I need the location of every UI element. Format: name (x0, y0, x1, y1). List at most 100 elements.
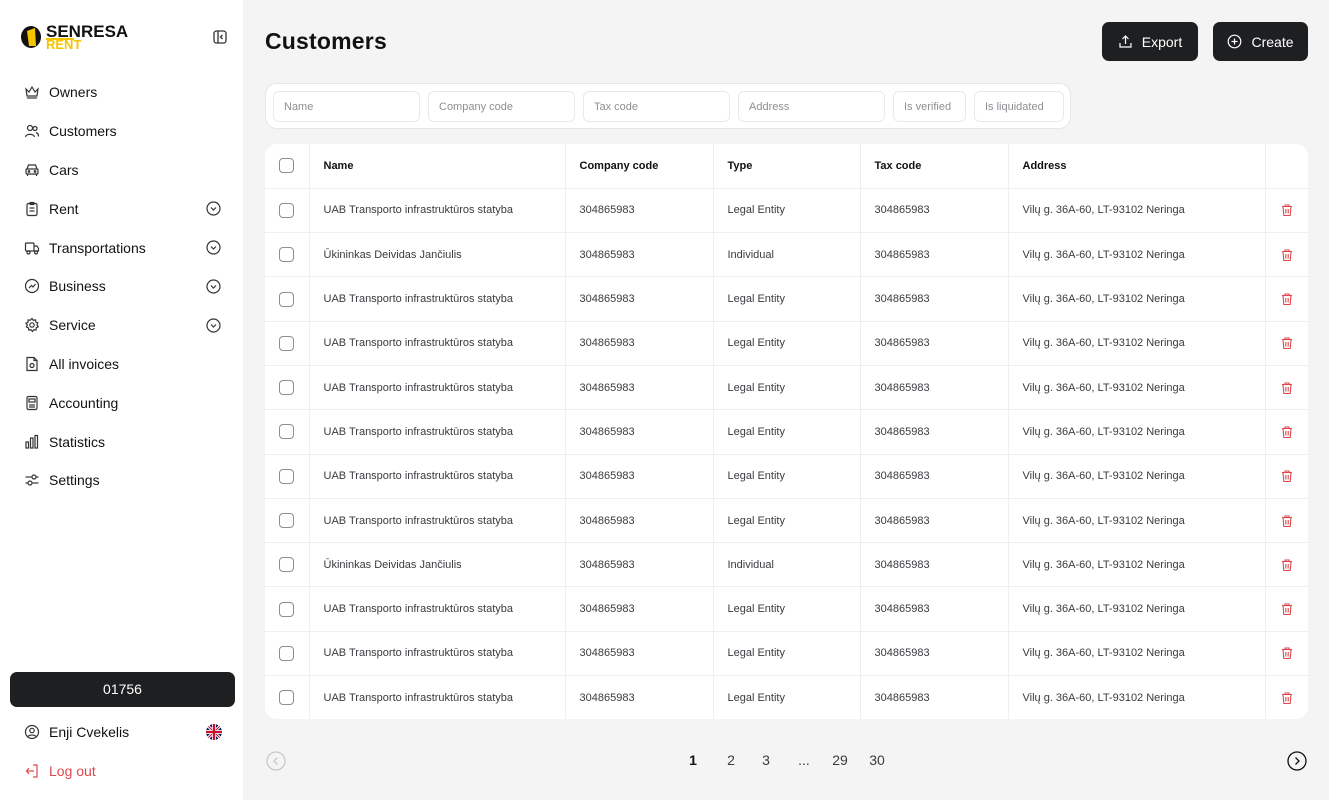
page-number[interactable]: 30 (865, 752, 889, 768)
previous-page-icon[interactable] (266, 751, 286, 771)
trash-icon[interactable] (1280, 691, 1294, 705)
cell-tax-code: 304865983 (860, 631, 1009, 677)
chevron-down-icon[interactable] (206, 318, 221, 333)
sidebar-item-label: Transportations (49, 239, 146, 256)
chevron-down-icon[interactable] (206, 240, 221, 255)
trash-icon[interactable] (1280, 381, 1294, 395)
sidebar-item-statistics[interactable]: Statistics (0, 422, 243, 461)
invoice-icon (24, 356, 40, 372)
table-row[interactable]: UAB Transporto infrastruktūros statyba 30… (265, 409, 1308, 455)
trash-icon[interactable] (1280, 514, 1294, 528)
cell-tax-code: 304865983 (860, 498, 1009, 544)
trash-icon[interactable] (1280, 602, 1294, 616)
sidebar-item-all-invoices[interactable]: All invoices (0, 345, 243, 384)
table-row[interactable]: UAB Transporto infrastruktūros statyba 30… (265, 675, 1308, 719)
chevron-down-icon[interactable] (206, 201, 221, 216)
row-checkbox[interactable] (279, 202, 295, 218)
table-row[interactable]: UAB Transporto infrastruktūros statyba 30… (265, 188, 1308, 234)
trash-icon[interactable] (1280, 336, 1294, 350)
sidebar-item-settings[interactable]: Settings (0, 461, 243, 500)
table-row[interactable]: Ūkininkas Deividas Jančiulis 304865983 Ind… (265, 542, 1308, 588)
row-select-cell (265, 232, 310, 278)
column-header-address[interactable]: Address (1008, 144, 1266, 189)
column-header-actions (1265, 144, 1308, 189)
filters-bar (265, 83, 1071, 129)
column-header-name[interactable]: Name (309, 144, 566, 189)
row-checkbox[interactable] (279, 645, 295, 661)
row-checkbox[interactable] (279, 335, 295, 351)
row-checkbox[interactable] (279, 557, 295, 573)
table-row[interactable]: Ūkininkas Deividas Jančiulis 304865983 Ind… (265, 232, 1308, 278)
row-actions-cell (1265, 631, 1308, 677)
collapse-sidebar-icon[interactable] (212, 29, 228, 45)
row-checkbox[interactable] (279, 468, 295, 484)
trash-icon[interactable] (1280, 558, 1294, 572)
account-code-button[interactable]: 01756 (10, 672, 235, 707)
cell-address: Vilų g. 36A-60, LT-93102 Neringa (1008, 188, 1266, 234)
is-verified-filter-input[interactable] (893, 91, 966, 122)
row-checkbox[interactable] (279, 513, 295, 529)
page-number[interactable]: 2 (719, 752, 743, 768)
trash-icon[interactable] (1280, 203, 1294, 217)
column-header-type[interactable]: Type (713, 144, 861, 189)
page-number[interactable]: 3 (754, 752, 778, 768)
row-select-cell (265, 586, 310, 632)
crown-icon (24, 84, 40, 100)
row-checkbox[interactable] (279, 247, 295, 263)
customers-table: Name Company code Type Tax code Address … (265, 144, 1308, 719)
logout-button[interactable]: Log out (24, 761, 96, 781)
trash-icon[interactable] (1280, 292, 1294, 306)
sidebar-item-rent[interactable]: Rent (0, 189, 243, 228)
row-select-cell (265, 498, 310, 544)
row-checkbox[interactable] (279, 380, 295, 396)
sidebar-item-customers[interactable]: Customers (0, 112, 243, 151)
user-profile[interactable]: Enji Cvekelis (24, 722, 222, 742)
table-row[interactable]: UAB Transporto infrastruktūros statyba 30… (265, 586, 1308, 632)
create-button[interactable]: Create (1213, 22, 1308, 61)
sidebar-item-transportations[interactable]: Transportations (0, 228, 243, 267)
trash-icon[interactable] (1280, 425, 1294, 439)
trash-icon[interactable] (1280, 469, 1294, 483)
is-liquidated-filter-input[interactable] (974, 91, 1064, 122)
page-number[interactable]: 29 (828, 752, 852, 768)
create-label: Create (1251, 33, 1294, 50)
name-filter-input[interactable] (273, 91, 420, 122)
row-checkbox[interactable] (279, 601, 295, 617)
column-header-company-code[interactable]: Company code (565, 144, 714, 189)
trash-icon[interactable] (1280, 646, 1294, 660)
chevron-down-icon[interactable] (206, 279, 221, 294)
row-checkbox[interactable] (279, 690, 295, 706)
table-row[interactable]: UAB Transporto infrastruktūros statyba 30… (265, 498, 1308, 544)
row-actions-cell (1265, 232, 1308, 278)
cell-type: Legal Entity (713, 586, 861, 632)
sidebar-item-accounting[interactable]: Accounting (0, 383, 243, 422)
tax-code-filter-input[interactable] (583, 91, 730, 122)
row-actions-cell (1265, 454, 1308, 499)
cell-type: Legal Entity (713, 276, 861, 322)
trash-icon[interactable] (1280, 248, 1294, 262)
cell-company-code: 304865983 (565, 542, 714, 588)
page-number[interactable]: 1 (681, 752, 705, 768)
sidebar-item-cars[interactable]: Cars (0, 151, 243, 190)
uk-flag-icon[interactable] (206, 724, 222, 740)
table-row[interactable]: UAB Transporto infrastruktūros statyba 30… (265, 454, 1308, 499)
sidebar-item-business[interactable]: Business (0, 267, 243, 306)
column-header-tax-code[interactable]: Tax code (860, 144, 1009, 189)
address-filter-input[interactable] (738, 91, 885, 122)
row-checkbox[interactable] (279, 424, 295, 440)
export-button[interactable]: Export (1102, 22, 1198, 61)
users-icon (24, 123, 40, 139)
select-all-checkbox[interactable] (279, 158, 295, 174)
customers-table-card: Name Company code Type Tax code Address … (265, 144, 1308, 719)
sidebar-item-service[interactable]: Service (0, 306, 243, 345)
table-row[interactable]: UAB Transporto infrastruktūros statyba 30… (265, 321, 1308, 366)
company-code-filter-input[interactable] (428, 91, 575, 122)
brand-logo[interactable]: SENRESA RENT (20, 22, 165, 50)
table-row[interactable]: UAB Transporto infrastruktūros statyba 30… (265, 276, 1308, 322)
table-row[interactable]: UAB Transporto infrastruktūros statyba 30… (265, 631, 1308, 677)
row-checkbox[interactable] (279, 291, 295, 307)
table-row[interactable]: UAB Transporto infrastruktūros statyba 30… (265, 365, 1308, 411)
sidebar-nav: Owners Customers Cars Rent Transportatio… (0, 73, 243, 500)
sidebar-item-owners[interactable]: Owners (0, 73, 243, 112)
next-page-icon[interactable] (1287, 751, 1307, 771)
